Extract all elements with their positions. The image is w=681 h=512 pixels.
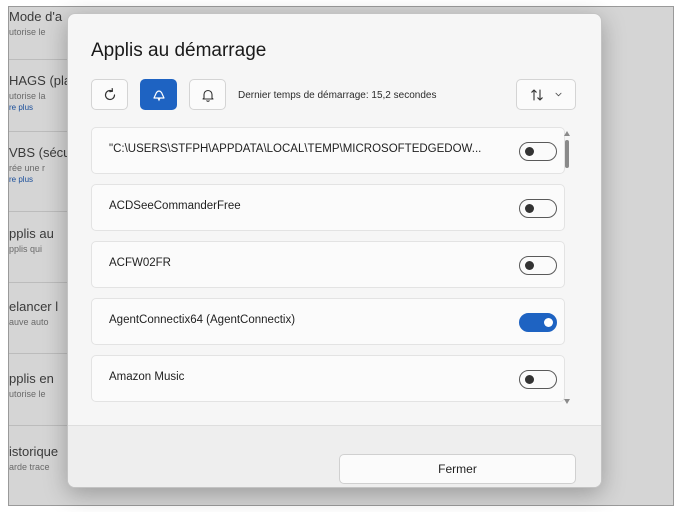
toggle-knob xyxy=(525,147,534,156)
startup-apps-dialog: Applis au démarrage Dernier temps de dém… xyxy=(67,13,602,488)
startup-apps-tab-button[interactable] xyxy=(140,79,177,110)
app-name: ACFW02FR xyxy=(109,257,171,269)
sort-button[interactable] xyxy=(516,79,576,110)
startup-apps-list: "C:\USERS\STFPH\APPDATA\LOCAL\TEMP\MICRO… xyxy=(91,127,577,417)
toggle-knob xyxy=(525,375,534,384)
toggle-knob xyxy=(544,318,553,327)
list-scrollbar[interactable] xyxy=(563,131,573,413)
startup-app-row: ACDSeeCommanderFree xyxy=(91,184,565,231)
sort-arrows-icon xyxy=(530,88,543,101)
refresh-button[interactable] xyxy=(91,79,128,110)
app-toggle[interactable] xyxy=(519,370,557,389)
startup-apps-icon xyxy=(152,89,165,101)
app-name: AgentConnectix64 (AgentConnectix) xyxy=(109,314,296,326)
app-name: Amazon Music xyxy=(109,371,185,383)
notifications-button[interactable] xyxy=(189,79,226,110)
refresh-icon xyxy=(104,87,115,100)
startup-app-row: AgentConnectix64 (AgentConnectix) xyxy=(91,298,565,345)
scroll-up-arrow-icon[interactable] xyxy=(564,131,570,136)
scroll-thumb[interactable] xyxy=(565,140,569,168)
startup-app-row: "C:\USERS\STFPH\APPDATA\LOCAL\TEMP\MICRO… xyxy=(91,127,565,174)
dialog-footer: Fermer xyxy=(68,425,601,487)
dialog-title: Applis au démarrage xyxy=(91,40,267,61)
bell-icon xyxy=(201,89,214,102)
last-boot-time-text: Dernier temps de démarrage: 15,2 seconde… xyxy=(238,90,437,101)
scroll-down-arrow-icon[interactable] xyxy=(564,399,570,404)
startup-app-row: ACFW02FR xyxy=(91,241,565,288)
app-toggle[interactable] xyxy=(519,142,557,161)
app-name: ACDSeeCommanderFree xyxy=(109,200,241,212)
app-name: "C:\USERS\STFPH\APPDATA\LOCAL\TEMP\MICRO… xyxy=(109,143,482,155)
app-toggle[interactable] xyxy=(519,199,557,218)
chevron-down-icon xyxy=(555,92,561,97)
toggle-knob xyxy=(525,204,534,213)
app-toggle[interactable] xyxy=(519,313,557,332)
startup-app-row: Amazon Music xyxy=(91,355,565,402)
close-button[interactable]: Fermer xyxy=(339,454,576,484)
toggle-knob xyxy=(525,261,534,270)
app-toggle[interactable] xyxy=(519,256,557,275)
